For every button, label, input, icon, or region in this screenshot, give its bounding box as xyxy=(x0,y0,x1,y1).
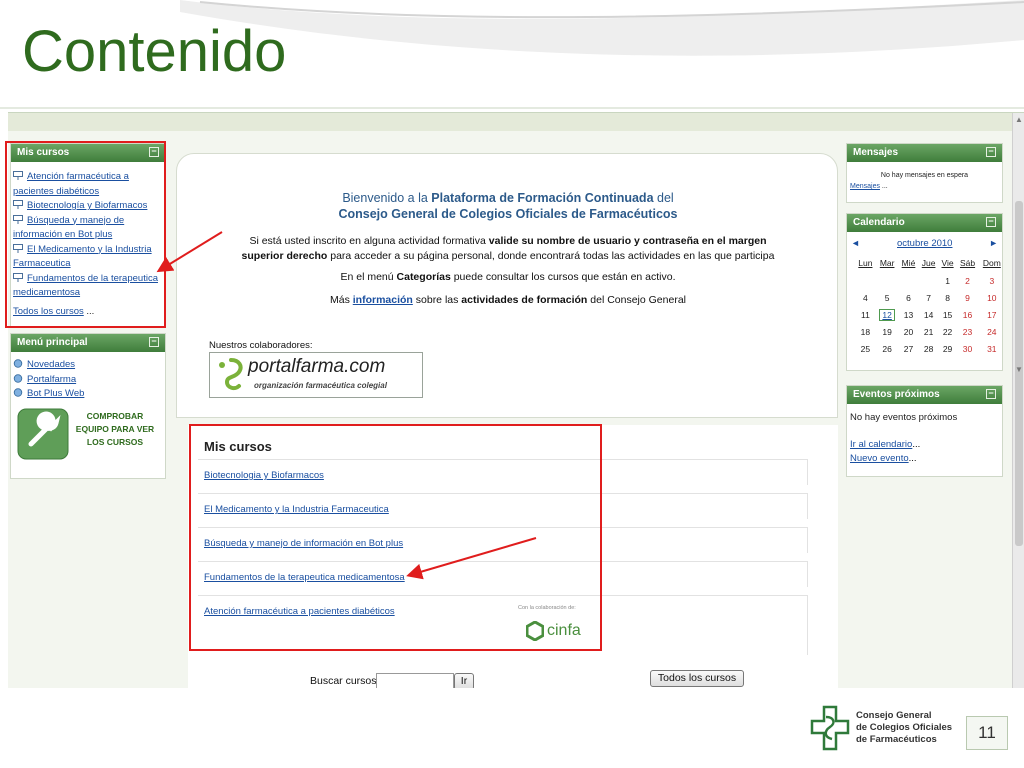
login-instructions: Si está usted inscrito en alguna activid… xyxy=(241,235,775,262)
scroll-down-icon[interactable]: ▼ xyxy=(1015,365,1023,375)
categories-note: En el menú Categorías puede consultar lo… xyxy=(340,271,676,283)
slide-page-number: 11 xyxy=(966,716,1008,750)
pharmacy-cross-icon xyxy=(810,705,850,751)
calendar-week: 11 12 13 14 15 16 17 xyxy=(855,306,1005,323)
calendar-week: 18 19 20 21 22 23 24 xyxy=(860,326,997,337)
slide-title: Contenido xyxy=(22,19,287,84)
check-line-3: LOS CURSOS xyxy=(86,436,144,447)
menu-item-bot-plus-web[interactable]: Bot Plus Web xyxy=(13,387,163,402)
messages-block-header: Mensajes − xyxy=(847,144,1002,162)
calendar-week: 25 26 27 28 29 30 31 xyxy=(860,343,997,354)
messages-block: Mensajes − No hay mensajes en espera Men… xyxy=(846,143,1003,203)
next-month-button[interactable]: ► xyxy=(989,238,998,248)
welcome-panel: Bienvenido a la Plataforma de Formación … xyxy=(176,153,838,418)
welcome-heading: Bienvenido a la Plataforma de Formación … xyxy=(338,191,678,221)
go-to-calendar-link[interactable]: Ir al calendario xyxy=(850,439,912,450)
menu-item-portalfarma[interactable]: Portalfarma xyxy=(13,373,163,388)
no-messages-text: No hay mensajes en espera xyxy=(880,172,969,179)
calendar-block-header: Calendario − xyxy=(847,214,1002,232)
menu-item-novedades[interactable]: Novedades xyxy=(13,358,163,373)
collapse-icon[interactable]: − xyxy=(986,389,996,399)
highlight-box-courses xyxy=(189,424,602,651)
scrollbar[interactable]: ▲ ▼ xyxy=(1012,113,1024,688)
footer-logo-line-2: de Colegios Oficiales xyxy=(856,722,953,733)
check-line-1: COMPROBAR xyxy=(86,410,144,421)
new-event-link-row[interactable]: Nuevo evento... xyxy=(850,452,1002,466)
collaborators-label: Nuestros colaboradores: xyxy=(209,340,313,351)
more-info-line: Más información sobre las actividades de… xyxy=(329,294,686,306)
menu-principal-block: Menú principal − Novedades Portalfarma B… xyxy=(10,333,166,479)
calendar-link-row[interactable]: Ir al calendario... xyxy=(850,438,1002,452)
globe-icon xyxy=(13,388,23,397)
more-info-link[interactable]: información xyxy=(353,294,413,306)
new-event-link[interactable]: Nuevo evento xyxy=(850,453,909,464)
highlight-box-sidebar xyxy=(5,141,166,328)
menu-principal-block-header: Menú principal − xyxy=(11,334,165,352)
messages-link-row[interactable]: Mensajes ... xyxy=(850,183,1002,190)
consejo-general-logo: Consejo General de Colegios Oficiales de… xyxy=(810,703,960,753)
events-block: Eventos próximos − No hay eventos próxim… xyxy=(846,385,1003,477)
search-go-button[interactable]: Ir xyxy=(454,673,474,688)
portalfarma-tagline: organización farmacéutica colegial xyxy=(254,381,387,390)
portalfarma-emblem-icon xyxy=(219,358,243,391)
prev-month-button[interactable]: ◄ xyxy=(851,238,860,248)
calendar-today[interactable]: 12 xyxy=(876,306,899,323)
no-events-text: No hay eventos próximos xyxy=(850,412,958,423)
calendar-title: Calendario xyxy=(853,217,905,228)
collapse-icon[interactable]: − xyxy=(149,337,159,347)
search-input[interactable] xyxy=(376,673,454,688)
calendar-grid: Lun Mar Mié Jue Vie Sáb Dom 123 4 5 6 7 8 9 10 11 12 1… xyxy=(855,254,1005,357)
collapse-icon[interactable]: − xyxy=(986,217,996,227)
wrench-icon xyxy=(17,408,69,459)
calendar-week: 123 xyxy=(945,275,995,286)
all-courses-button[interactable]: Todos los cursos xyxy=(650,670,744,687)
check-equipment-button[interactable]: COMPROBAR EQUIPO PARA VER LOS CURSOS xyxy=(13,406,163,462)
portalfarma-logo[interactable]: portalfarma.com organización farmacéutic… xyxy=(209,352,423,398)
events-title: Eventos próximos xyxy=(853,389,940,400)
globe-icon xyxy=(13,359,23,368)
globe-icon xyxy=(13,373,23,383)
screenshot-top-bar xyxy=(8,113,1024,131)
portalfarma-name: portalfarma.com xyxy=(248,356,386,377)
messages-title: Mensajes xyxy=(853,147,899,158)
calendar-month-label[interactable]: octubre 2010 xyxy=(897,238,952,249)
calendar-block: Calendario − ◄ octubre 2010 ► Lun Mar Mié J… xyxy=(846,213,1003,371)
footer-logo-line-1: Consejo General xyxy=(856,710,932,721)
calendar-week: 4 5 6 7 8 9 10 xyxy=(863,292,997,303)
collapse-icon[interactable]: − xyxy=(986,147,996,157)
menu-principal-title: Menú principal xyxy=(17,337,88,348)
messages-link[interactable]: Mensajes xyxy=(850,183,880,190)
events-block-header: Eventos próximos − xyxy=(847,386,1002,404)
scroll-up-icon[interactable]: ▲ xyxy=(1015,115,1023,125)
check-line-2: EQUIPO PARA VER xyxy=(75,423,155,434)
calendar-weekday-row: Lun Mar Mié Jue Vie Sáb Dom xyxy=(858,258,1001,268)
footer-logo-line-3: de Farmacéuticos xyxy=(856,734,937,745)
search-label: Buscar cursos: xyxy=(310,675,380,687)
